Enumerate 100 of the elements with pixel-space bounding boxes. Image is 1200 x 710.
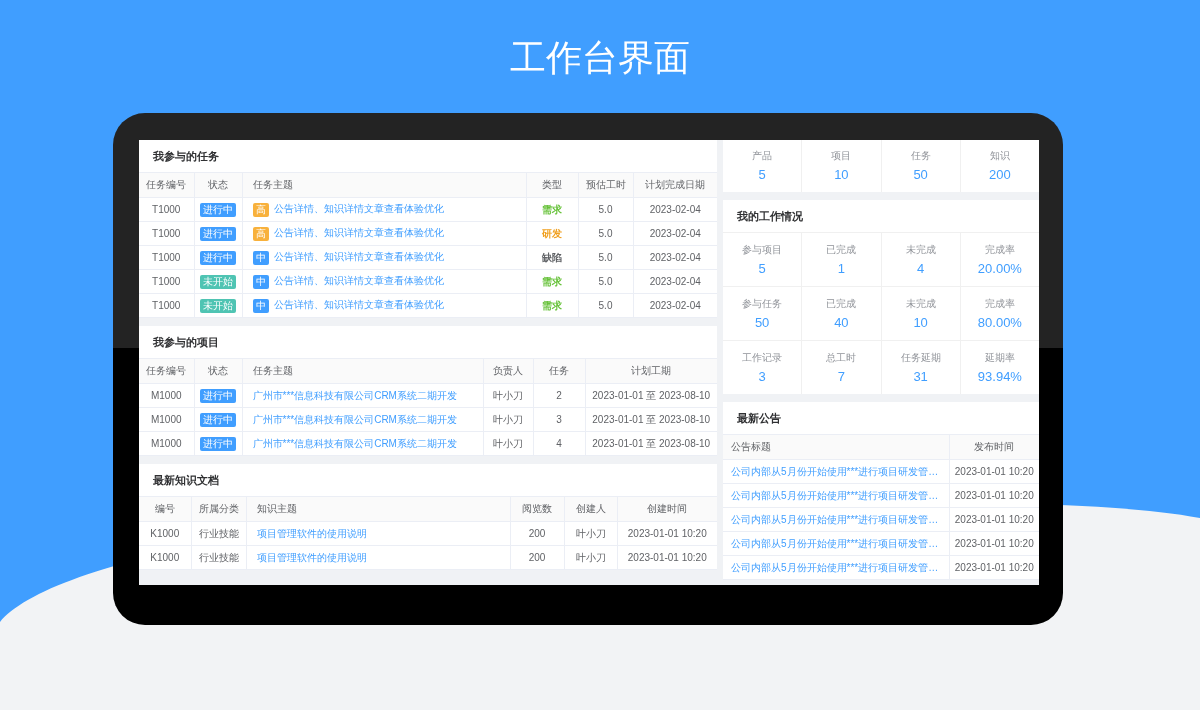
column-header: 计划完成日期 — [633, 172, 717, 198]
status-badge: 进行中 — [200, 202, 236, 217]
type-label: 需求 — [542, 299, 562, 311]
status-badge: 进行中 — [200, 250, 236, 265]
column-header: 编号 — [139, 496, 191, 522]
table-cell: T1000 — [139, 293, 194, 318]
project-link[interactable]: 广州市***信息科技有限公司CRM系统二期开发 — [252, 413, 457, 425]
stat-value: 1 — [837, 259, 845, 277]
stat-value: 3 — [758, 367, 766, 385]
column-header: 创建人 — [564, 496, 617, 522]
stat-value: 50 — [913, 166, 928, 183]
column-header: 知识主题 — [246, 496, 510, 522]
stat-value: 93.94% — [977, 367, 1022, 385]
notice-link[interactable]: 公司内部从5月份开始使用***进行项目研发管… — [731, 513, 939, 525]
status-badge: 进行中 — [200, 412, 236, 427]
type-label: 缺陷 — [542, 251, 562, 263]
column-header: 状态 — [194, 358, 242, 384]
stat-label: 参与任务 — [742, 296, 783, 311]
stat-label: 参与项目 — [742, 242, 783, 257]
type-label: 需求 — [542, 203, 562, 215]
column-header: 预估工时 — [578, 172, 633, 198]
table-cell: 2023-01-01 10:20 — [949, 531, 1039, 556]
card-title: 最新知识文档 — [153, 473, 219, 487]
card-title: 我的工作情况 — [737, 209, 803, 223]
table-cell: T1000 — [139, 269, 194, 294]
task-link[interactable]: 公告详情、知识详情文章查看体验优化 — [273, 275, 444, 287]
stat-value: 80.00% — [977, 313, 1022, 331]
table-cell: K1000 — [139, 545, 191, 570]
type-label: 需求 — [542, 275, 562, 287]
notice-link[interactable]: 公司内部从5月份开始使用***进行项目研发管… — [731, 561, 939, 573]
column-header: 任务主题 — [242, 358, 483, 384]
table-cell: T1000 — [139, 221, 194, 246]
table-cell: T1000 — [139, 197, 194, 222]
status-badge: 进行中 — [200, 388, 236, 403]
stat-label: 项目 — [831, 149, 852, 163]
stat-value: 7 — [837, 367, 845, 385]
stat-label: 任务 — [910, 149, 931, 163]
table-cell: 2023-01-01 10:20 — [617, 545, 717, 570]
column-header: 公告标题 — [723, 434, 949, 460]
stat-label: 工作记录 — [742, 350, 783, 365]
column-header: 状态 — [194, 172, 242, 198]
task-link[interactable]: 公告详情、知识详情文章查看体验优化 — [273, 299, 444, 311]
stat-label: 未完成 — [905, 296, 936, 311]
priority-tag: 中 — [252, 274, 269, 289]
column-header: 任务编号 — [139, 358, 194, 384]
stat-value: 50 — [754, 313, 770, 331]
table-cell: T1000 — [139, 245, 194, 270]
project-link[interactable]: 广州市***信息科技有限公司CRM系统二期开发 — [252, 389, 457, 401]
column-header: 创建时间 — [617, 496, 717, 522]
stat-label: 完成率 — [984, 242, 1015, 257]
doc-link[interactable]: 项目管理软件的使用说明 — [256, 551, 367, 563]
priority-tag: 高 — [252, 202, 269, 217]
table-cell: M1000 — [139, 431, 194, 456]
doc-link[interactable]: 项目管理软件的使用说明 — [256, 527, 367, 539]
table-cell: 2023-01-01 10:20 — [949, 507, 1039, 532]
status-badge: 未开始 — [200, 298, 236, 313]
table-cell: M1000 — [139, 407, 194, 432]
notice-link[interactable]: 公司内部从5月份开始使用***进行项目研发管… — [731, 537, 939, 549]
stat-value: 31 — [913, 367, 928, 385]
stat-value: 5 — [758, 166, 766, 183]
stat-label: 任务延期 — [900, 350, 941, 365]
project-link[interactable]: 广州市***信息科技有限公司CRM系统二期开发 — [252, 437, 457, 449]
table-cell: 2023-01-01 至 2023-08-10 — [585, 431, 717, 456]
stat-label: 产品 — [752, 149, 773, 163]
page-headline: 工作台界面 — [510, 38, 690, 78]
task-link[interactable]: 公告详情、知识详情文章查看体验优化 — [273, 227, 444, 239]
stat-value: 200 — [989, 166, 1011, 183]
stat-value: 10 — [834, 166, 849, 183]
stat-value: 10 — [913, 313, 928, 331]
notice-link[interactable]: 公司内部从5月份开始使用***进行项目研发管… — [731, 489, 939, 501]
card-title: 我参与的任务 — [153, 149, 219, 163]
column-header: 类型 — [526, 172, 578, 198]
column-header: 阅览数 — [510, 496, 564, 522]
table-cell: 2023-01-01 至 2023-08-10 — [585, 407, 717, 432]
card-title: 我参与的项目 — [153, 335, 219, 349]
table-cell: 2023-01-01 至 2023-08-10 — [585, 383, 717, 408]
stat-label: 未完成 — [905, 242, 936, 257]
table-cell: 2023-01-01 10:20 — [949, 483, 1039, 508]
task-link[interactable]: 公告详情、知识详情文章查看体验优化 — [273, 251, 444, 263]
table-cell: K1000 — [139, 521, 191, 546]
column-header: 计划工期 — [585, 358, 717, 384]
stat-label: 延期率 — [984, 350, 1015, 365]
type-label: 研发 — [542, 227, 562, 239]
column-header: 发布时间 — [949, 434, 1039, 460]
priority-tag: 中 — [252, 298, 269, 313]
stat-value: 4 — [917, 259, 925, 277]
table-cell: M1000 — [139, 383, 194, 408]
table-cell: 2023-01-01 10:20 — [949, 555, 1039, 580]
stat-label: 总工时 — [826, 350, 857, 365]
column-header: 所属分类 — [191, 496, 246, 522]
column-header: 任务编号 — [139, 172, 194, 198]
notice-link[interactable]: 公司内部从5月份开始使用***进行项目研发管… — [731, 465, 939, 477]
stat-value: 20.00% — [977, 259, 1022, 277]
status-badge: 进行中 — [200, 226, 236, 241]
stat-value: 5 — [758, 259, 766, 277]
stat-value: 40 — [834, 313, 849, 331]
priority-tag: 高 — [252, 226, 269, 241]
status-badge: 进行中 — [200, 436, 236, 451]
status-badge: 未开始 — [200, 274, 236, 289]
task-link[interactable]: 公告详情、知识详情文章查看体验优化 — [273, 203, 444, 215]
